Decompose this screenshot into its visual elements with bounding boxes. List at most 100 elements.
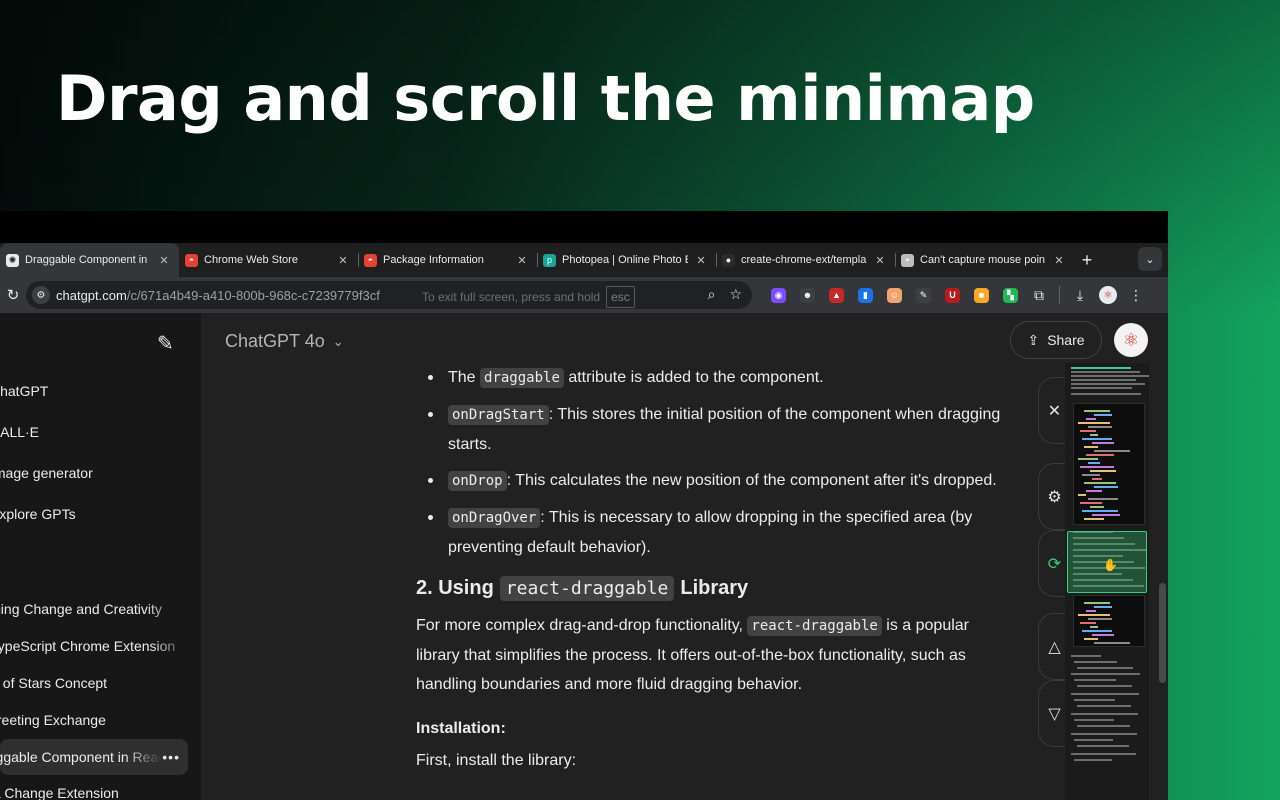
close-icon[interactable]: ✕ — [694, 254, 708, 267]
minimap-text-line — [1077, 705, 1131, 707]
browser-tab[interactable]: ◓ Chrome Web Store ✕ — [179, 243, 358, 277]
minimap-text-line — [1071, 383, 1145, 385]
tab-title: Package Information — [383, 254, 484, 266]
close-icon[interactable]: ✕ — [1052, 254, 1066, 267]
address-bar[interactable]: ⚙ chatgpt.com/c/671a4b49-a410-800b-968c-… — [26, 281, 752, 309]
history-item[interactable]: Greeting Exchange — [0, 702, 199, 738]
ext-pen-icon[interactable]: ✎ — [909, 281, 938, 309]
ext-blue-icon[interactable]: ▮ — [851, 281, 880, 309]
github-icon: ● — [722, 253, 735, 267]
ext-red-icon[interactable]: ▲ — [822, 281, 851, 309]
minimap-code-block — [1073, 403, 1145, 525]
sidebar-item-explore-gpts[interactable]: Explore GPTs — [0, 496, 189, 532]
minimap-text-line — [1074, 699, 1115, 701]
sidebar-item-label: Image generator — [0, 465, 93, 481]
minimap-code-token — [1082, 510, 1118, 512]
list-item: The draggable attribute is added to the … — [416, 363, 1016, 393]
list-item: onDragStart: This stores the initial pos… — [416, 400, 1016, 459]
bookmark-star-icon[interactable]: ☆ — [729, 286, 742, 303]
sidebar-item-image-generator[interactable]: Image generator — [0, 455, 189, 491]
download-icon[interactable]: ⤓ — [1066, 287, 1094, 304]
ext-map-icon-glyph: ▚ — [1003, 287, 1018, 303]
extensions-puzzle-icon[interactable]: ⧉ — [1025, 287, 1053, 304]
minimap-text-line — [1074, 661, 1117, 663]
grab-hand-icon: ✋ — [1103, 558, 1118, 572]
minimap-code-token — [1086, 418, 1096, 420]
minimap-code-token — [1088, 462, 1100, 464]
tab-strip: ✺ Draggable Component in R ✕ ◓ Chrome Web St… — [0, 243, 1168, 277]
ext-map-icon[interactable]: ▚ — [996, 281, 1025, 309]
browser-tab[interactable]: ✺ Draggable Component in R ✕ — [0, 243, 179, 277]
new-tab-button[interactable]: + — [1074, 250, 1100, 271]
history-item-label: TypeScript Chrome Extension — [0, 638, 176, 654]
close-icon[interactable]: ✕ — [157, 254, 171, 267]
zoom-icon[interactable]: ⌕ — [708, 286, 716, 303]
minimap-code-token — [1090, 434, 1098, 436]
url-path: /c/671a4b49-a410-800b-968c-c7239779f3cf — [126, 287, 380, 303]
ext-blue-icon-glyph: ▮ — [858, 287, 873, 303]
minimap-code-token — [1092, 478, 1102, 480]
reload-button[interactable]: ↻ — [0, 286, 26, 304]
profile-avatar[interactable]: ⚛ — [1099, 286, 1117, 304]
ext-pen-icon-glyph: ✎ — [916, 287, 931, 303]
photopea-icon: p — [543, 253, 556, 267]
sidebar-item-chatgpt[interactable]: ChatGPT — [0, 373, 189, 409]
minimap-text-line — [1071, 713, 1138, 715]
minimap-code-token — [1084, 518, 1104, 520]
browser-tab[interactable]: • Can't capture mouse poin ✕ — [895, 243, 1074, 277]
ext-yellow-icon[interactable]: ■ — [967, 281, 996, 309]
omnibox-actions: ⌕ ☆ — [708, 286, 742, 303]
minimap-code-token — [1084, 410, 1110, 412]
minimap-code-token — [1084, 446, 1098, 448]
installation-heading: Installation: — [416, 720, 506, 737]
minimap-code-block — [1073, 595, 1145, 647]
share-upload-icon: ⇪ — [1027, 331, 1040, 348]
minimap-panel[interactable]: ✋ — [1065, 363, 1149, 800]
gear-icon: ⚙ — [1047, 488, 1062, 506]
menu-kebab-icon[interactable]: ⋮ — [1122, 287, 1150, 304]
minimap-text-line — [1071, 387, 1132, 389]
minimap-text-line — [1074, 719, 1114, 721]
minimap-code-token — [1080, 466, 1114, 468]
history-item[interactable]: Balancing Change and Creativity — [0, 591, 199, 627]
history-item[interactable]: Draggable Component in React••• — [0, 739, 188, 775]
minimap-code-token — [1092, 514, 1120, 516]
minimap-text-line — [1071, 367, 1131, 369]
heading-suffix: Library — [680, 577, 749, 599]
scrollbar-thumb[interactable] — [1159, 583, 1166, 683]
user-avatar[interactable]: ⚛ — [1114, 323, 1148, 357]
history-item[interactable]: Sea of Stars Concept — [0, 665, 199, 701]
tab-search-button[interactable]: ⌄ — [1138, 247, 1162, 271]
ext-chat-icon[interactable]: ☻ — [793, 281, 822, 309]
minimap-text-line — [1071, 655, 1101, 657]
minimap-code-token — [1088, 618, 1112, 620]
chatgpt-app: ✎ ChatGPT DALL·E Image generator Explore GP… — [0, 313, 1168, 800]
ext-yellow-icon-glyph: ■ — [974, 287, 989, 303]
more-options-icon[interactable]: ••• — [162, 749, 180, 765]
model-selector[interactable]: ChatGPT 4o ⌄ — [225, 331, 344, 352]
assistant-message: The draggable attribute is added to the … — [416, 363, 1016, 775]
ext-face-icon[interactable]: ☺ — [880, 281, 909, 309]
minimap-code-token — [1086, 454, 1114, 456]
history-item-label: Balancing Change and Creativity — [0, 601, 162, 617]
site-info-icon[interactable]: ⚙ — [32, 286, 50, 304]
minimap-text-line — [1077, 745, 1129, 747]
share-button[interactable]: ⇪ Share — [1010, 321, 1102, 359]
inline-code: onDrop — [448, 471, 507, 491]
ext-ublock-icon[interactable]: U — [938, 281, 967, 309]
close-icon[interactable]: ✕ — [336, 254, 350, 267]
sidebar-item-dalle[interactable]: DALL·E — [0, 414, 189, 450]
close-icon[interactable]: ✕ — [515, 254, 529, 267]
minimap-viewport[interactable]: ✋ — [1067, 531, 1147, 593]
ext-purple-icon[interactable]: ◉ — [764, 281, 793, 309]
new-chat-edit-icon[interactable]: ✎ — [157, 331, 174, 356]
minimap-text-line — [1071, 375, 1149, 377]
browser-tab[interactable]: ◓ Package Information ✕ — [358, 243, 537, 277]
history-item[interactable]: TypeScript Chrome Extension — [0, 628, 199, 664]
reload-icon: ↻ — [6, 287, 20, 304]
browser-tab[interactable]: p Photopea | Online Photo E ✕ — [537, 243, 716, 277]
promo-headline: Drag and scroll the minimap — [56, 62, 1035, 135]
browser-tab[interactable]: ● create-chrome-ext/templa ✕ — [716, 243, 895, 277]
history-item[interactable]: URL Change Extension — [0, 775, 199, 800]
close-icon[interactable]: ✕ — [873, 254, 887, 267]
